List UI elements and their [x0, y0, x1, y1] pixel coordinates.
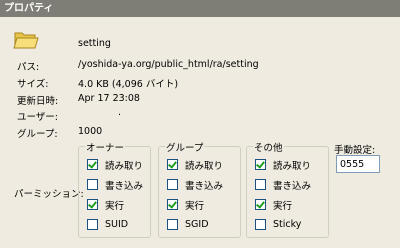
checkbox-label: 実行: [273, 200, 293, 212]
checkbox-box[interactable]: [87, 199, 98, 210]
checkbox-label: SUID: [105, 219, 129, 230]
group-execute-checkbox[interactable]: 実行: [167, 198, 205, 212]
checkbox-box[interactable]: [87, 219, 98, 230]
owner-permission-group: オーナー 読み取り 書き込み 実行 SUID: [78, 140, 151, 238]
checkbox-box[interactable]: [255, 159, 266, 170]
group-read-checkbox[interactable]: 読み取り: [167, 158, 224, 172]
group-label: グループ:: [17, 129, 58, 140]
modified-label: 更新日時:: [17, 96, 59, 107]
owner-read-checkbox[interactable]: 読み取り: [87, 158, 144, 172]
owner-suid-checkbox[interactable]: SUID: [87, 218, 128, 231]
group-group-title: グループ: [165, 140, 205, 154]
other-group-title: その他: [253, 140, 284, 154]
checkbox-box[interactable]: [255, 219, 266, 230]
group-sgid-checkbox[interactable]: SGID: [167, 218, 209, 231]
checkbox-label: Sticky: [273, 219, 302, 230]
file-name: setting: [78, 38, 111, 49]
owner-write-checkbox[interactable]: 書き込み: [87, 178, 144, 192]
checkbox-label: 書き込み: [185, 180, 224, 192]
other-write-checkbox[interactable]: 書き込み: [255, 178, 312, 192]
checkbox-label: 実行: [185, 200, 205, 212]
other-read-checkbox[interactable]: 読み取り: [255, 158, 312, 172]
other-execute-checkbox[interactable]: 実行: [255, 198, 293, 212]
owner-execute-checkbox[interactable]: 実行: [87, 198, 125, 212]
checkbox-box[interactable]: [167, 219, 178, 230]
checkbox-label: 読み取り: [273, 160, 312, 172]
owner-group-title: オーナー: [85, 140, 126, 154]
modified-value: Apr 17 23:08: [78, 93, 140, 104]
checkbox-label: 読み取り: [105, 160, 144, 172]
permission-label: パーミッション:: [14, 189, 84, 200]
checkbox-label: 書き込み: [105, 180, 144, 192]
checkbox-box[interactable]: [87, 159, 98, 170]
checkbox-box[interactable]: [255, 199, 266, 210]
checkbox-box[interactable]: [167, 159, 178, 170]
user-label: ユーザー:: [17, 112, 59, 123]
checkbox-label: 実行: [105, 200, 125, 212]
manual-setting-label: 手動設定:: [334, 145, 376, 156]
folder-icon: [13, 32, 39, 49]
checkbox-label: 書き込み: [273, 180, 312, 192]
checkbox-box[interactable]: [87, 179, 98, 190]
group-permission-group: グループ 読み取り 書き込み 実行 SGID: [158, 140, 241, 238]
manual-setting-input[interactable]: [336, 155, 380, 173]
size-label: サイズ:: [17, 79, 49, 90]
other-sticky-checkbox[interactable]: Sticky: [255, 218, 301, 231]
checkbox-box[interactable]: [255, 179, 266, 190]
user-value: .: [118, 107, 122, 118]
path-label: パス:: [17, 62, 40, 73]
size-value: 4.0 KB (4,096 バイト): [78, 79, 179, 90]
group-value: 1000: [78, 126, 103, 137]
group-write-checkbox[interactable]: 書き込み: [167, 178, 224, 192]
checkbox-label: SGID: [185, 219, 209, 230]
path-value: /yoshida-ya.org/public_html/ra/setting: [78, 59, 259, 70]
window-title: プロパティ: [0, 0, 400, 17]
checkbox-label: 読み取り: [185, 160, 224, 172]
other-permission-group: その他 読み取り 書き込み 実行 Sticky: [246, 140, 329, 238]
checkbox-box[interactable]: [167, 179, 178, 190]
checkbox-box[interactable]: [167, 199, 178, 210]
